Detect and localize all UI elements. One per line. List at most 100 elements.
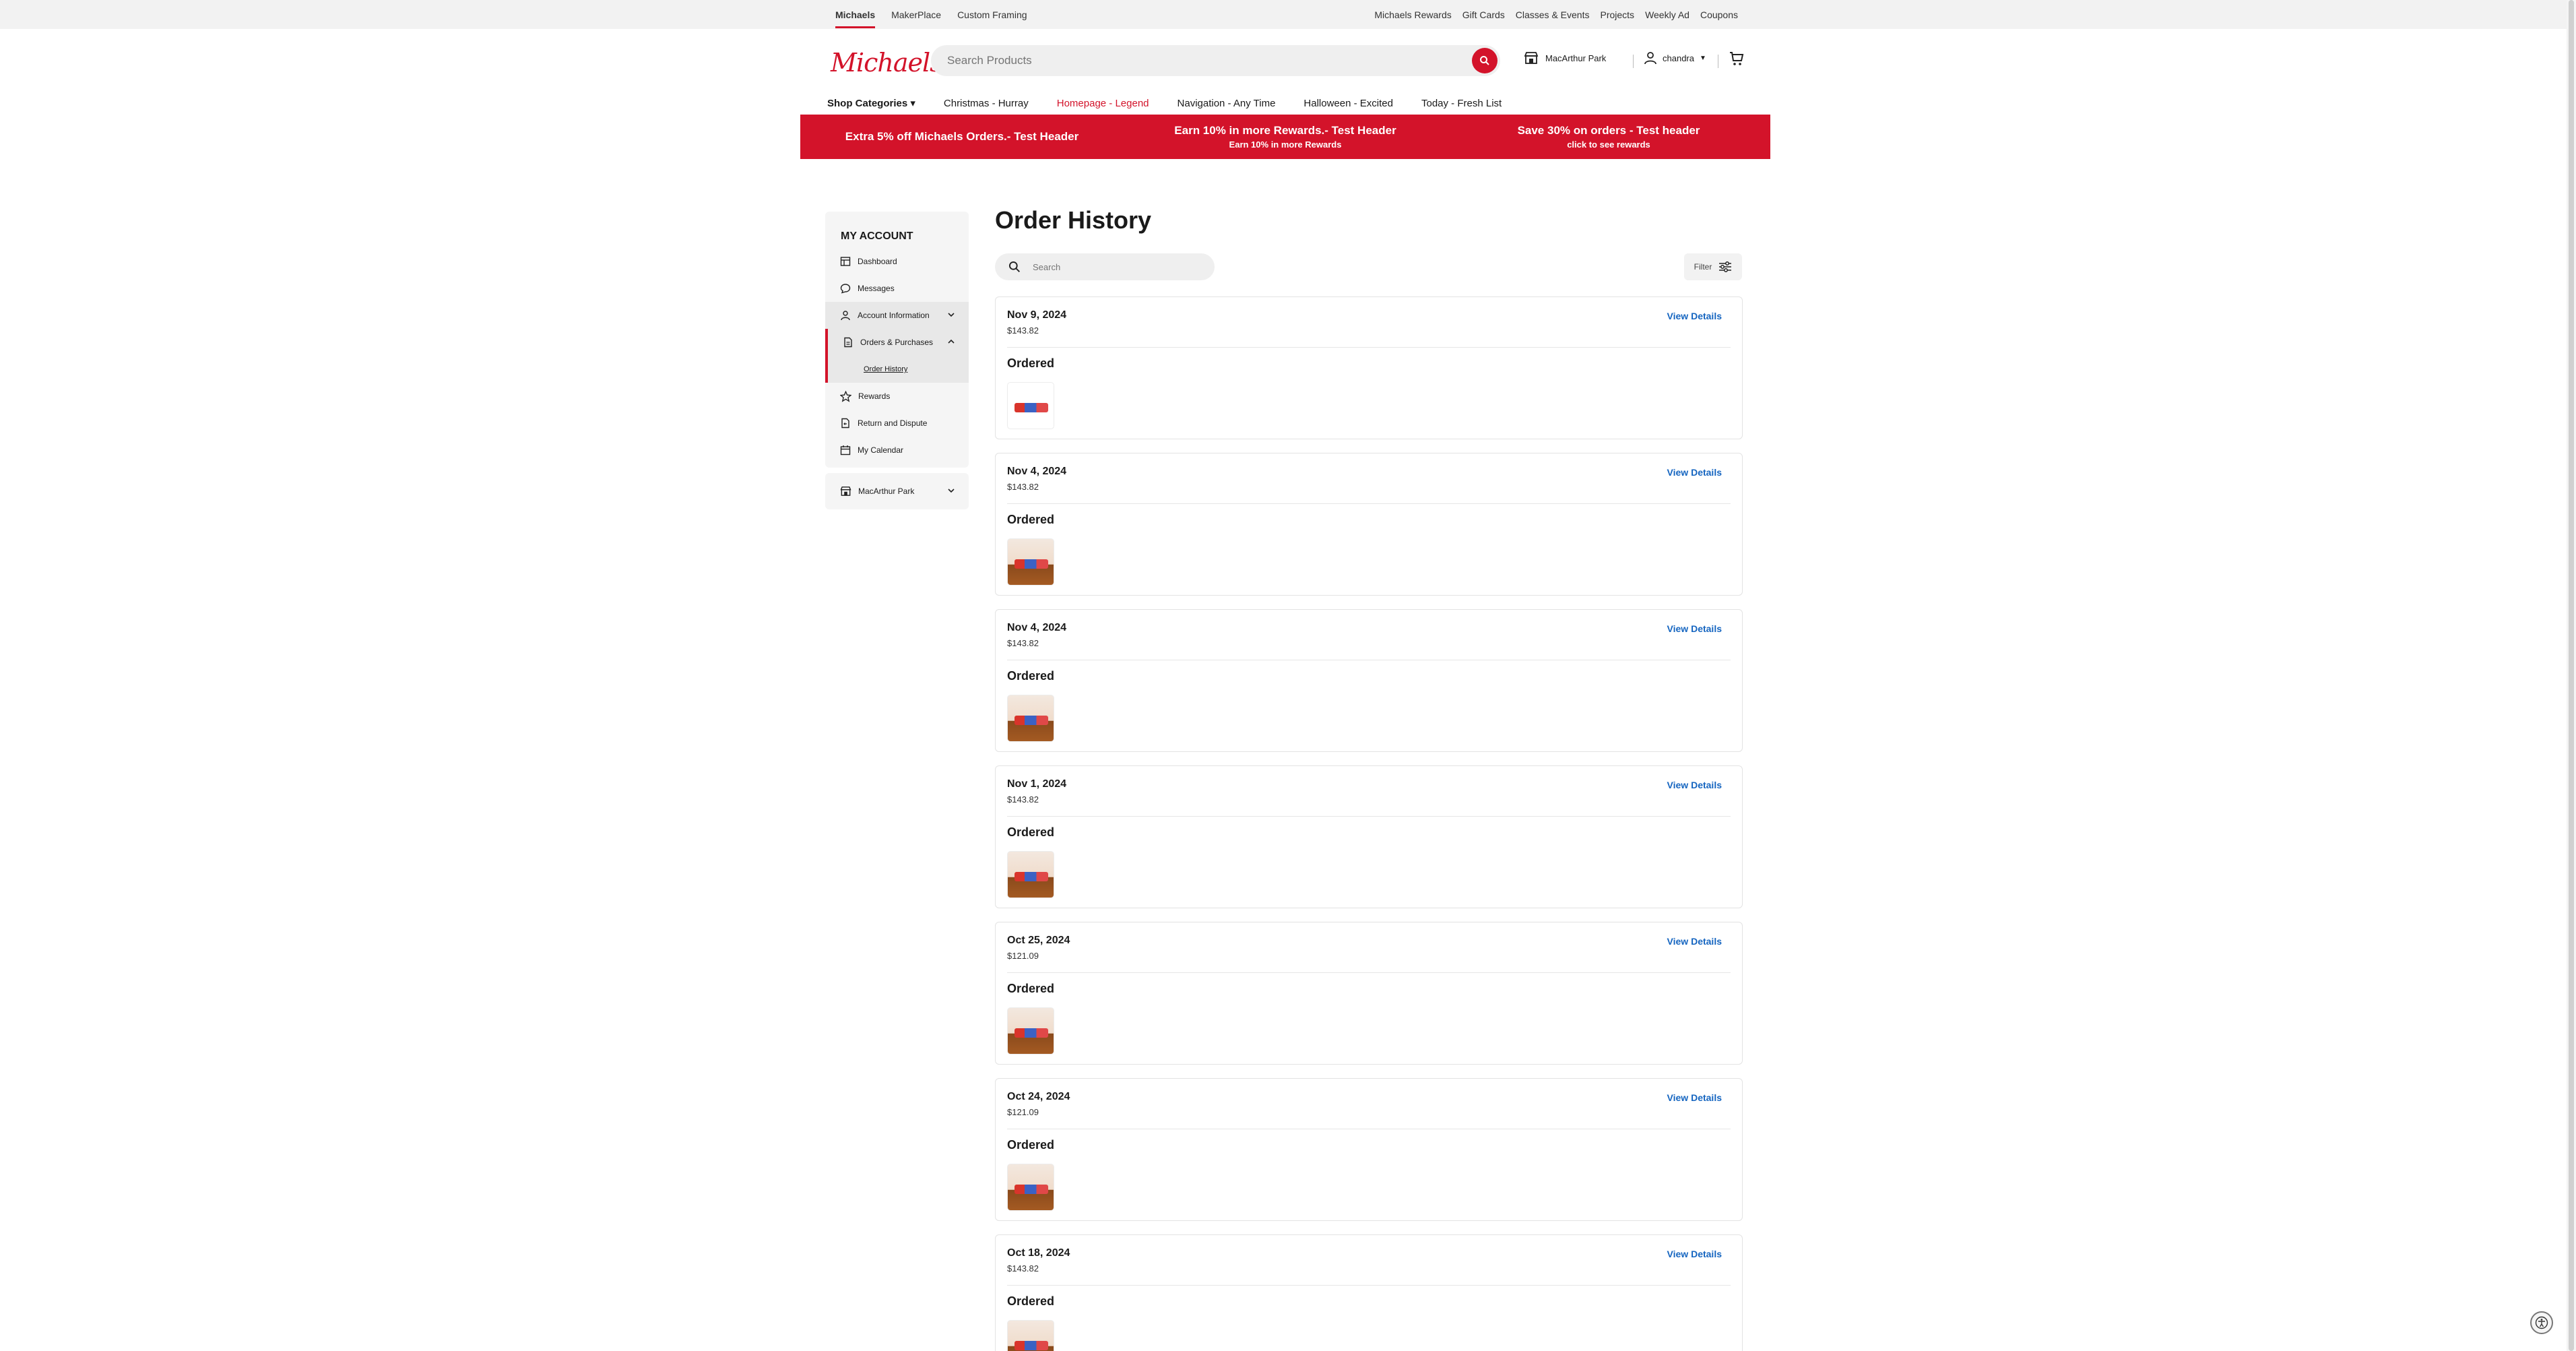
order-card: Nov 4, 2024 $143.82 View Details Ordered	[995, 609, 1743, 752]
sidebar-item-dashboard[interactable]: Dashboard	[825, 248, 969, 275]
nav-halloween[interactable]: Halloween - Excited	[1303, 98, 1393, 109]
link-gift-cards[interactable]: Gift Cards	[1462, 9, 1505, 20]
product-thumbnail[interactable]	[1007, 851, 1054, 898]
order-total: $143.82	[1007, 638, 1039, 648]
product-thumbnail[interactable]	[1007, 1007, 1054, 1055]
utility-left-links: Michaels MakerPlace Custom Framing	[835, 0, 1027, 29]
utility-right-links: Michaels Rewards Gift Cards Classes & Ev…	[1374, 0, 1738, 29]
product-thumbnail[interactable]	[1007, 695, 1054, 742]
order-card: Oct 18, 2024 $143.82 View Details Ordere…	[995, 1234, 1743, 1351]
product-thumbnail[interactable]	[1007, 382, 1054, 429]
order-search-input[interactable]	[1033, 253, 1201, 280]
view-details-link[interactable]: View Details	[1667, 936, 1722, 947]
nav-homepage[interactable]: Homepage - Legend	[1057, 98, 1149, 109]
sidebar-item-label: Dashboard	[858, 257, 897, 266]
sidebar-item-label: Return and Dispute	[858, 418, 928, 428]
product-thumbnail[interactable]	[1007, 1320, 1054, 1351]
product-image	[1015, 1185, 1048, 1194]
main-nav: Shop Categories ▾ Christmas - Hurray Hom…	[827, 93, 1502, 113]
nav-today[interactable]: Today - Fresh List	[1421, 98, 1502, 109]
product-image	[1015, 716, 1048, 725]
view-details-link[interactable]: View Details	[1667, 623, 1722, 634]
search-button[interactable]	[1472, 48, 1498, 73]
promo-item[interactable]: Extra 5% off Michaels Orders.- Test Head…	[800, 115, 1124, 159]
order-status: Ordered	[1007, 356, 1055, 370]
account-menu[interactable]: chandra ▼	[1644, 51, 1706, 65]
sidebar-item-order-history[interactable]: Order History	[828, 356, 969, 383]
order-total: $143.82	[1007, 482, 1039, 492]
divider	[1007, 503, 1731, 504]
sidebar-item-label: My Calendar	[858, 445, 904, 455]
star-icon	[840, 390, 851, 402]
sidebar-item-rewards[interactable]: Rewards	[825, 383, 969, 410]
caret-down-icon: ▼	[1699, 54, 1706, 62]
accessibility-button[interactable]	[2530, 1311, 2553, 1334]
order-total: $143.82	[1007, 794, 1039, 805]
link-projects[interactable]: Projects	[1600, 9, 1634, 20]
order-card: Nov 1, 2024 $143.82 View Details Ordered	[995, 765, 1743, 908]
view-details-link[interactable]: View Details	[1667, 780, 1722, 790]
promo-title: Extra 5% off Michaels Orders.- Test Head…	[845, 130, 1079, 143]
chevron-down-icon	[948, 489, 955, 493]
filter-button[interactable]: Filter	[1684, 253, 1742, 280]
sidebar-item-my-calendar[interactable]: My Calendar	[825, 437, 969, 464]
michaels-logo[interactable]: Michaels	[831, 48, 943, 77]
store-icon	[1524, 52, 1539, 64]
divider	[1007, 1285, 1731, 1286]
nav-christmas[interactable]: Christmas - Hurray	[944, 98, 1029, 109]
order-status: Ordered	[1007, 513, 1055, 526]
store-selector[interactable]: MacArthur Park	[1524, 51, 1606, 65]
view-details-link[interactable]: View Details	[1667, 311, 1722, 321]
nav-navigation[interactable]: Navigation - Any Time	[1178, 98, 1276, 109]
promo-item[interactable]: Save 30% on orders - Test header click t…	[1447, 115, 1770, 159]
sidebar-item-account-information[interactable]: Account Information	[825, 302, 969, 329]
dashboard-icon	[840, 257, 851, 266]
promo-item[interactable]: Earn 10% in more Rewards.- Test Header E…	[1124, 115, 1447, 159]
order-card: Nov 4, 2024 $143.82 View Details Ordered	[995, 453, 1743, 596]
sidebar-item-label: Account Information	[858, 311, 930, 320]
product-search	[931, 45, 1500, 76]
sidebar-item-label: Orders & Purchases	[860, 338, 934, 347]
chevron-down-icon	[948, 313, 955, 317]
sidebar-store-selector[interactable]: MacArthur Park	[825, 473, 969, 509]
link-michaels-rewards[interactable]: Michaels Rewards	[1374, 9, 1451, 20]
promo-banner: Extra 5% off Michaels Orders.- Test Head…	[800, 115, 1770, 159]
sidebar-item-return-dispute[interactable]: Return and Dispute	[825, 410, 969, 437]
cart-button[interactable]	[1729, 51, 1745, 70]
view-details-link[interactable]: View Details	[1667, 1092, 1722, 1103]
order-total: $143.82	[1007, 1263, 1039, 1274]
filter-icon	[1719, 261, 1732, 272]
order-status: Ordered	[1007, 1138, 1055, 1152]
link-michaels[interactable]: Michaels	[835, 1, 876, 28]
sidebar-store-name: MacArthur Park	[858, 486, 915, 496]
sidebar-item-label: Rewards	[858, 391, 891, 401]
order-status: Ordered	[1007, 825, 1055, 839]
link-custom-framing[interactable]: Custom Framing	[957, 9, 1027, 20]
divider	[1007, 347, 1731, 348]
scrollbar-thumb[interactable]	[2569, 0, 2574, 1351]
sidebar-item-orders-purchases[interactable]: Orders & Purchases	[828, 329, 969, 356]
link-makerplace[interactable]: MakerPlace	[891, 9, 941, 20]
utility-bar: Michaels MakerPlace Custom Framing Micha…	[0, 0, 2576, 29]
promo-title: Earn 10% in more Rewards.- Test Header	[1174, 124, 1396, 137]
view-details-link[interactable]: View Details	[1667, 1249, 1722, 1259]
order-status: Ordered	[1007, 669, 1055, 683]
sidebar-group-orders: Orders & Purchases Order History	[825, 329, 969, 383]
order-date: Nov 1, 2024	[1007, 778, 1067, 790]
view-details-link[interactable]: View Details	[1667, 467, 1722, 478]
account-menu-card: MY ACCOUNT Dashboard Messages Account In…	[825, 212, 969, 468]
product-thumbnail[interactable]	[1007, 1164, 1054, 1211]
promo-subtitle: click to see rewards	[1567, 139, 1650, 150]
order-card: Oct 25, 2024 $121.09 View Details Ordere…	[995, 922, 1743, 1065]
promo-subtitle: Earn 10% in more Rewards	[1229, 139, 1342, 150]
order-date: Oct 18, 2024	[1007, 1247, 1070, 1259]
link-coupons[interactable]: Coupons	[1700, 9, 1738, 20]
nav-shop-categories[interactable]: Shop Categories ▾	[827, 97, 915, 109]
link-classes-events[interactable]: Classes & Events	[1516, 9, 1590, 20]
link-weekly-ad[interactable]: Weekly Ad	[1645, 9, 1689, 20]
sidebar-item-messages[interactable]: Messages	[825, 275, 969, 302]
product-search-input[interactable]	[947, 45, 1446, 76]
page-scrollbar[interactable]	[2567, 0, 2576, 1351]
product-thumbnail[interactable]	[1007, 538, 1054, 586]
caret-down-icon: ▾	[910, 98, 915, 109]
